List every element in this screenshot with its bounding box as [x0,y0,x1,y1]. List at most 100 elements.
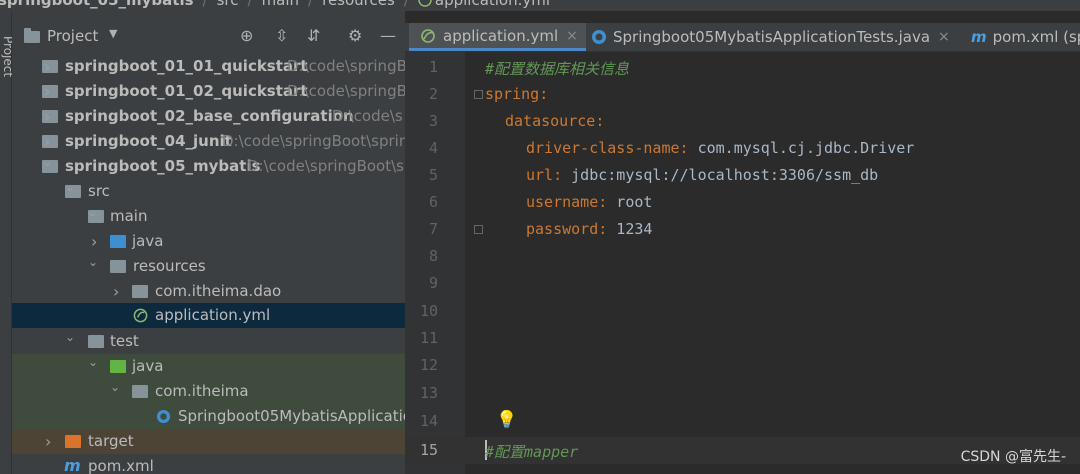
chevron-right-icon[interactable]: › [45,432,51,451]
tree-item-test-class[interactable]: Springboot05MybatisApplicationTests [12,404,405,429]
tab-tests-java[interactable]: Springboot05MybatisApplicationTests.java… [583,23,958,51]
breadcrumb-item-src[interactable]: src [217,0,239,9]
chevron-down-icon[interactable]: ⌄ [110,380,120,394]
chevron-down-icon[interactable]: ⌄ [87,205,97,219]
tree-item-module[interactable]: springboot_01_02_quickstart D:\code\spri… [12,79,405,104]
yaml-key: driver-class-name [526,139,680,157]
chevron-down-icon[interactable]: ⌄ [65,180,75,194]
tree-item-module[interactable]: springboot_05_mybatis D:\code\springBoot… [12,154,405,179]
tree-item-java[interactable]: java [12,229,405,254]
code-line[interactable]: 8 [405,243,1080,270]
tree-item-main[interactable]: main [12,204,405,229]
code-text: username: root [526,193,652,211]
yaml-value: com.mysql.cj.jdbc.Driver [688,139,915,157]
code-text: password: 1234 [526,220,652,238]
tree-item-label: application.yml [155,306,271,324]
chevron-down-icon[interactable]: ⌄ [42,155,52,169]
minimize-icon[interactable]: — [380,26,396,45]
editor-tab-bar: application.yml × Springboot05MybatisApp… [405,23,1080,52]
code-line[interactable]: 9 [405,270,1080,297]
code-comment: #配置mapper [485,443,579,461]
tree-item-label: java [132,232,164,250]
tree-item-test-package[interactable]: com.itheima [12,379,405,404]
breadcrumb-item-main[interactable]: main [262,0,299,9]
package-folder-icon [132,285,148,298]
lightbulb-icon[interactable]: 💡 [496,410,517,430]
code-line[interactable]: 4 driver-class-name: com.mysql.cj.jdbc.D… [405,135,1080,162]
tab-label: Springboot05MybatisApplicationTests.java [613,28,931,46]
chevron-right-icon[interactable]: › [113,282,119,301]
yaml-key: password [526,220,599,238]
line-number: 1 [428,58,438,76]
watermark: CSDN @富先生- [960,449,1066,465]
tree-item-target[interactable]: target [12,429,405,454]
breadcrumb-separator: / [403,0,409,9]
code-line[interactable]: 5 url: jdbc:mysql://localhost:3306/ssm_d… [405,162,1080,189]
code-line[interactable]: 13 [405,380,1080,407]
tree-item-label: resources [133,257,206,275]
spring-test-class-icon [592,30,606,44]
tree-item-package[interactable]: com.itheima.dao [12,279,405,304]
tree-item-path: D:\code\springB [287,82,405,100]
code-line[interactable]: 11 [405,325,1080,352]
line-number: 2 [428,85,438,103]
breadcrumb-item-file[interactable]: application.yml [435,0,550,9]
fold-marker-icon[interactable] [474,90,483,99]
fold-marker-icon[interactable] [474,225,483,234]
spring-test-class-icon [156,409,171,424]
tree-item-test-java[interactable]: java [12,354,405,379]
code-line[interactable]: 14 💡 [405,408,1080,435]
tree-item-path: D:\code\springBoot\s [247,157,404,175]
tree-item-label: springboot_01_01_quickstart [65,57,308,75]
collapse-all-icon[interactable]: ⇵ [307,26,320,45]
close-icon[interactable]: × [938,29,950,45]
project-view-selector[interactable]: Project [47,27,98,45]
code-line[interactable]: 7 password: 1234 [405,216,1080,243]
code-text: spring: [485,85,548,103]
crosshair-icon[interactable]: ⊕ [240,26,253,45]
chevron-down-icon[interactable]: ⌄ [88,355,98,369]
chevron-down-icon[interactable]: ▼ [109,27,117,40]
tree-item-label: java [132,357,164,375]
tree-item-label: src [88,182,110,200]
package-folder-icon [132,385,148,398]
chevron-right-icon[interactable]: › [44,132,50,151]
tree-item-application-yml[interactable]: application.yml [12,303,405,328]
tab-pom-xml[interactable]: m pom.xml (sp [963,23,1080,51]
line-number: 5 [428,166,438,184]
tree-item-module[interactable]: springboot_02_base_configuration D:\code… [12,104,405,129]
chevron-right-icon[interactable]: › [44,107,50,126]
close-icon[interactable]: × [566,28,578,44]
tree-item-label: springboot_04_junit [65,132,232,150]
chevron-right-icon[interactable]: › [44,82,50,101]
test-source-folder-icon [110,360,126,373]
folder-icon [24,28,40,43]
tab-application-yml[interactable]: application.yml × [409,23,586,51]
gear-icon[interactable]: ⚙ [348,26,362,45]
tree-item-pom[interactable]: m pom.xml [12,454,405,474]
line-number: 9 [428,274,438,292]
code-line[interactable]: 6 username: root [405,189,1080,216]
code-text: datasource: [505,112,604,130]
breadcrumb-item-project[interactable]: springboot_05_mybatis [0,0,194,9]
tree-item-module[interactable]: springboot_04_junit D:\code\springBoot\s… [12,129,405,154]
code-line[interactable]: 1 #配置数据库相关信息 [405,54,1080,81]
code-line[interactable]: 10 [405,298,1080,325]
breadcrumb-item-resources[interactable]: resources [322,0,395,9]
yaml-key: username [526,193,599,211]
chevron-right-icon[interactable]: › [44,57,50,76]
spring-yaml-icon [418,0,432,7]
code-text: url: jdbc:mysql://localhost:3306/ssm_db [526,166,878,184]
chevron-down-icon[interactable]: ⌄ [65,330,75,344]
tree-item-label: main [110,207,148,225]
code-line[interactable]: 12 [405,352,1080,379]
chevron-down-icon[interactable]: ⌄ [88,255,98,269]
code-line[interactable]: 3 datasource: [405,108,1080,135]
code-line[interactable]: 2 spring: [405,81,1080,108]
expand-all-icon[interactable]: ⇳ [275,26,288,45]
yaml-colon: : [553,166,563,184]
tree-item-module[interactable]: › springboot_01_01_quickstart D:\code\sp… [12,54,405,79]
yaml-colon: : [679,139,689,157]
chevron-right-icon[interactable]: › [91,232,97,251]
tree-item-resources[interactable]: resources [12,254,405,279]
